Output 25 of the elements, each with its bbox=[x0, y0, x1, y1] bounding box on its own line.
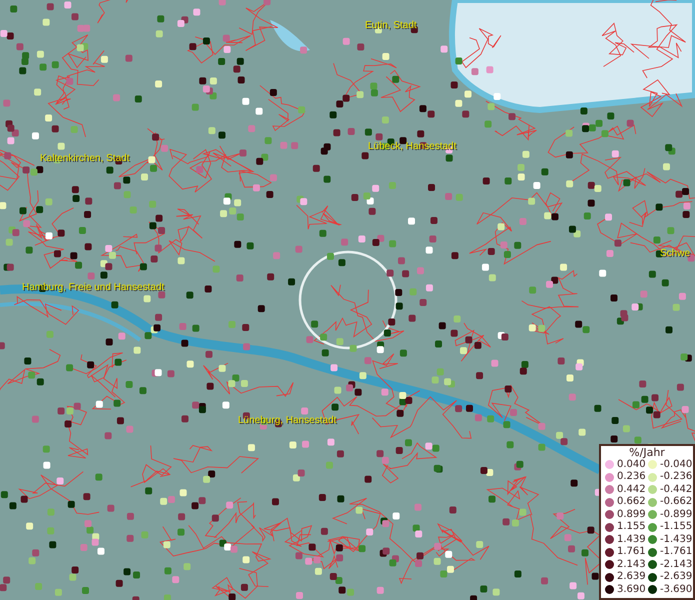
legend-value: 0.040 bbox=[617, 460, 646, 470]
legend-value: 0.662 bbox=[617, 497, 646, 508]
legend-value: -0.236 bbox=[660, 472, 692, 482]
legend-value: -1.439 bbox=[660, 534, 692, 545]
legend-value: -0.899 bbox=[660, 510, 692, 520]
legend-value: -1.155 bbox=[660, 522, 692, 532]
legend-value: -0.662 bbox=[660, 497, 692, 508]
legend-value: -2.143 bbox=[660, 560, 692, 570]
legend-value: -2.639 bbox=[660, 572, 692, 582]
legend-value: 1.155 bbox=[617, 522, 646, 532]
legend-value: -0.442 bbox=[660, 484, 692, 495]
legend-value: 3.690 bbox=[617, 584, 646, 595]
legend-value: -0.040 bbox=[660, 460, 692, 470]
place-label: Eutin, Stadt bbox=[365, 21, 417, 31]
legend-value: 0.442 bbox=[617, 484, 646, 495]
legend-value: -3.690 bbox=[660, 584, 692, 595]
legend-value: 2.143 bbox=[617, 560, 646, 570]
legend-value: 0.899 bbox=[617, 510, 646, 520]
legend-value: 0.236 bbox=[617, 472, 646, 482]
place-label: Kaltenkirchen, Stadt bbox=[40, 154, 130, 164]
legend-value: 2.639 bbox=[617, 572, 646, 582]
legend-title: %/Jahr bbox=[629, 446, 666, 458]
legend-value: 1.761 bbox=[617, 547, 646, 558]
legend-value: 1.439 bbox=[617, 534, 646, 545]
legend-value: -1.761 bbox=[660, 547, 692, 558]
